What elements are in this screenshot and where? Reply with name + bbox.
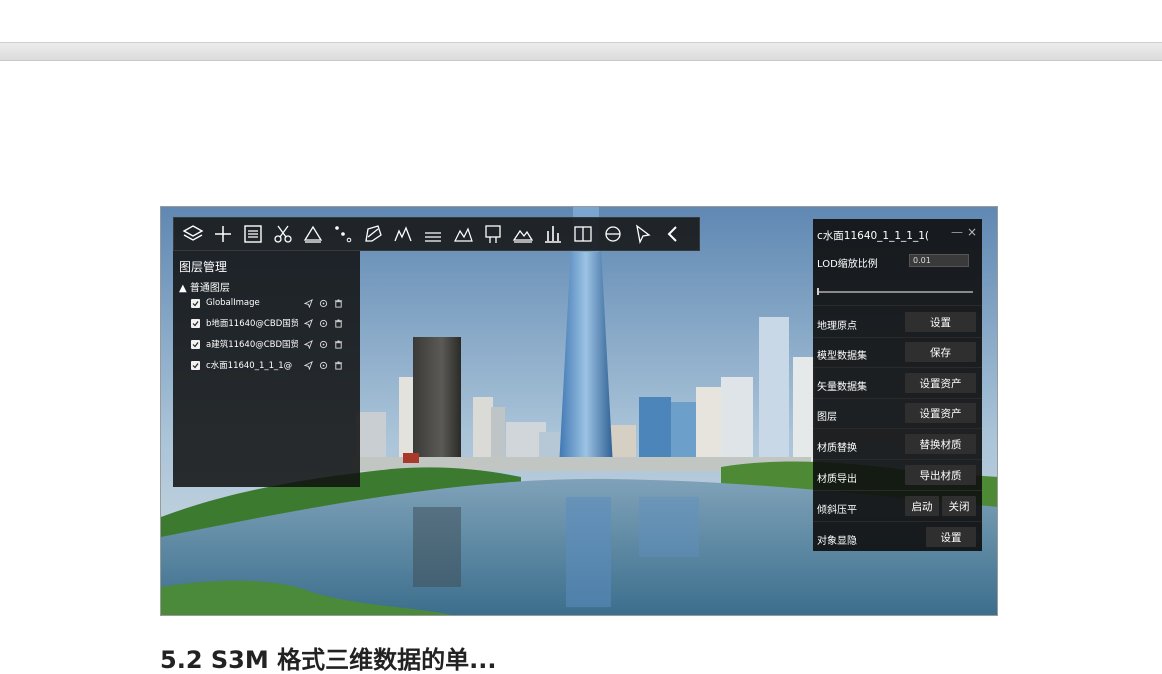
- delete-icon[interactable]: [333, 360, 343, 370]
- layer-group-label[interactable]: ▲ 普通图层: [179, 279, 230, 294]
- row-label-object-visibility: 对象显隐: [817, 536, 857, 547]
- terrain-profile-icon[interactable]: [390, 221, 416, 247]
- dome-icon[interactable]: [600, 221, 626, 247]
- layer-row[interactable]: c水面11640_1_1_1@: [191, 358, 356, 372]
- pointer-icon[interactable]: [630, 221, 656, 247]
- list-icon[interactable]: [240, 221, 266, 247]
- row-label-flatten: 倾斜压平: [817, 505, 857, 516]
- ruler-icon[interactable]: [420, 221, 446, 247]
- points-icon[interactable]: [330, 221, 356, 247]
- layer-panel-title: 图层管理: [179, 260, 228, 274]
- layer-checkbox[interactable]: [191, 360, 200, 370]
- vector-dataset-set-asset-button[interactable]: 设置资产: [905, 373, 976, 393]
- export-material-button[interactable]: 导出材质: [905, 465, 976, 485]
- replace-material-button[interactable]: 替换材质: [905, 434, 976, 454]
- layer-name: b地面11640@CBD国贸: [206, 319, 298, 329]
- geo-origin-set-button[interactable]: 设置: [905, 312, 976, 332]
- flag-icon[interactable]: [480, 221, 506, 247]
- row-label-material-replace: 材质替换: [817, 443, 857, 454]
- model-dataset-save-button[interactable]: 保存: [905, 342, 976, 362]
- main-toolbar: [173, 217, 700, 251]
- browser-top-bar: [0, 42, 1162, 61]
- section-heading: 5.2 S3M 格式三维数据的单...: [160, 646, 497, 674]
- fly-to-icon[interactable]: [303, 339, 313, 349]
- lod-slider[interactable]: [817, 291, 973, 293]
- layers-icon[interactable]: [180, 221, 206, 247]
- divider: [813, 490, 982, 491]
- property-panel-title: c水面11640_1_1_1_1(: [817, 230, 929, 242]
- divider: [813, 367, 982, 368]
- delete-icon[interactable]: [333, 318, 343, 328]
- row-label-layer: 图层: [817, 412, 837, 423]
- 3d-viewer-screenshot: 图层管理 ▲ 普通图层 GlobalImage b地面11640@CBD国贸 a…: [160, 206, 998, 616]
- split-icon[interactable]: [570, 221, 596, 247]
- flatten-start-button[interactable]: 启动: [905, 496, 939, 516]
- measure-area-icon[interactable]: [300, 221, 326, 247]
- lod-label: LOD缩放比例: [817, 259, 878, 270]
- layer-name: c水面11640_1_1_1@: [206, 361, 293, 371]
- layer-name: a建筑11640@CBD国贸: [206, 340, 298, 350]
- delete-icon[interactable]: [333, 298, 343, 308]
- layer-row[interactable]: a建筑11640@CBD国贸: [191, 337, 356, 351]
- locate-icon[interactable]: [318, 360, 328, 370]
- height-icon[interactable]: [540, 221, 566, 247]
- fly-to-icon[interactable]: [303, 318, 313, 328]
- row-label-material-export: 材质导出: [817, 474, 857, 485]
- volume-icon[interactable]: [450, 221, 476, 247]
- layer-checkbox[interactable]: [191, 298, 200, 308]
- row-label-vector-dataset: 矢量数据集: [817, 382, 867, 393]
- divider: [813, 305, 982, 306]
- layer-name: GlobalImage: [206, 298, 260, 308]
- locate-icon[interactable]: [318, 318, 328, 328]
- layer-property-panel: c水面11640_1_1_1_1( — × LOD缩放比例 0.01 地理原点 …: [813, 219, 982, 551]
- locate-icon[interactable]: [318, 298, 328, 308]
- layer-row[interactable]: GlobalImage: [191, 296, 356, 310]
- row-label-model-dataset: 模型数据集: [817, 351, 867, 362]
- object-visibility-set-button[interactable]: 设置: [926, 527, 976, 547]
- delete-icon[interactable]: [333, 339, 343, 349]
- layer-checkbox[interactable]: [191, 318, 200, 328]
- divider: [813, 428, 982, 429]
- layer-set-asset-button[interactable]: 设置资产: [905, 403, 976, 423]
- layer-row[interactable]: b地面11640@CBD国贸: [191, 316, 356, 330]
- plus-icon[interactable]: [210, 221, 236, 247]
- layer-management-panel: 图层管理 ▲ 普通图层 GlobalImage b地面11640@CBD国贸 a…: [173, 251, 360, 487]
- layer-checkbox[interactable]: [191, 339, 200, 349]
- divider: [813, 398, 982, 399]
- minimize-button[interactable]: —: [951, 225, 963, 239]
- divider: [813, 337, 982, 338]
- fly-to-icon[interactable]: [303, 298, 313, 308]
- row-label-geo-origin: 地理原点: [817, 321, 857, 332]
- lod-value-input[interactable]: 0.01: [909, 254, 969, 267]
- close-button[interactable]: ×: [967, 225, 977, 239]
- draw-polygon-icon[interactable]: [360, 221, 386, 247]
- lod-slider-handle[interactable]: [817, 288, 819, 295]
- divider: [813, 459, 982, 460]
- flatten-close-button[interactable]: 关闭: [942, 496, 976, 516]
- fly-to-icon[interactable]: [303, 360, 313, 370]
- collapse-icon[interactable]: [660, 221, 686, 247]
- divider: [813, 521, 982, 522]
- mountain-icon[interactable]: [510, 221, 536, 247]
- locate-icon[interactable]: [318, 339, 328, 349]
- scissors-icon[interactable]: [270, 221, 296, 247]
